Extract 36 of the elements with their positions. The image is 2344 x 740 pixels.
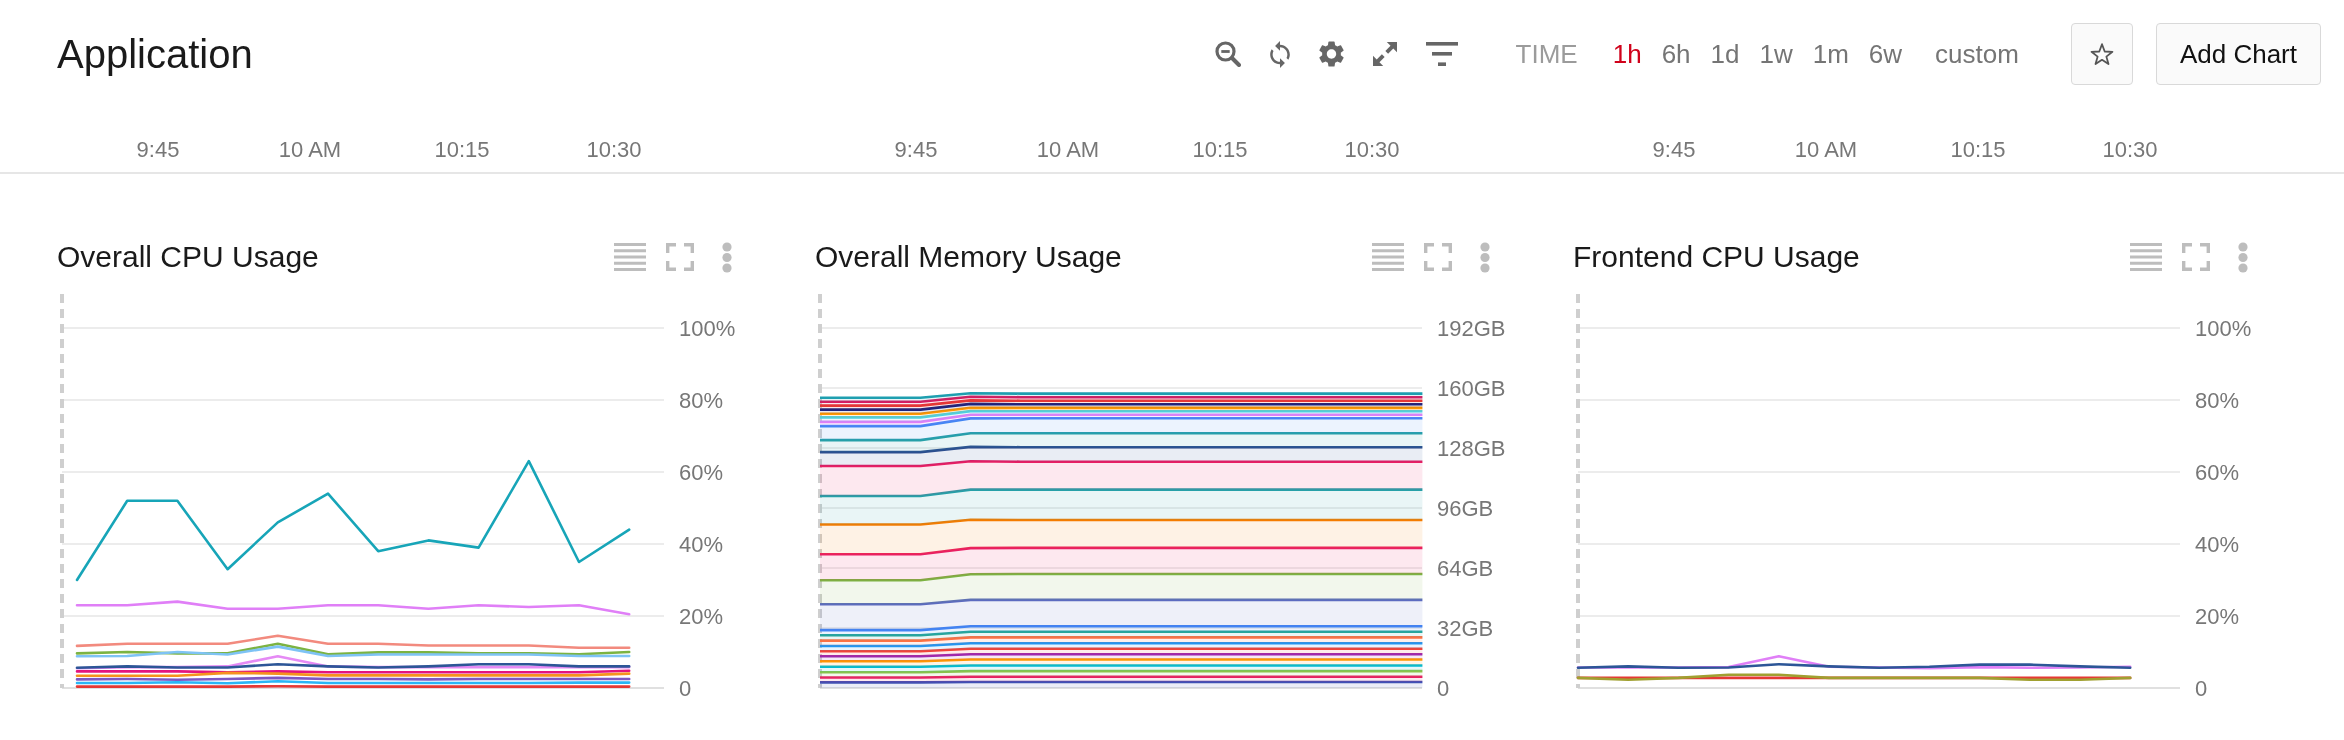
page-title: Application: [57, 31, 253, 78]
time-label: TIME: [1515, 38, 1578, 70]
axis-label: 192GB: [1437, 315, 1506, 341]
axis-label: 40%: [679, 531, 724, 557]
axis-label: 0: [1437, 675, 1450, 701]
time-axis-label: 10 AM: [278, 137, 342, 163]
axis-label: 32GB: [1437, 615, 1494, 641]
axis-label: 100%: [679, 315, 736, 341]
axis-label: 64GB: [1437, 555, 1494, 581]
time-axis-label: 9:45: [136, 137, 180, 163]
axis-label: 160GB: [1437, 375, 1506, 401]
time-axis-label: 10:30: [1344, 137, 1400, 163]
axis-label: 0: [679, 675, 692, 701]
chart-title: Overall Memory Usage: [815, 239, 1122, 275]
time-axis-label: 10 AM: [1036, 137, 1100, 163]
time-axis-label: 10:15: [1950, 137, 2006, 163]
axis-label: 60%: [679, 459, 724, 485]
axis-label: 40%: [2195, 531, 2240, 557]
axis-label: 20%: [2195, 603, 2240, 629]
time-axis-label: 10:30: [2102, 137, 2158, 163]
axis-label: 100%: [2195, 315, 2252, 341]
time-axis-label: 10 AM: [1794, 137, 1858, 163]
time-axis-label: 9:45: [1652, 137, 1696, 163]
axis-label: 80%: [679, 387, 724, 413]
time-axis-label: 9:45: [894, 137, 938, 163]
time-axis-label: 10:15: [1192, 137, 1248, 163]
time-axis-label: 10:30: [586, 137, 642, 163]
axis-label: 96GB: [1437, 495, 1494, 521]
axis-label: 20%: [679, 603, 724, 629]
axis-label: 60%: [2195, 459, 2240, 485]
time-axis-label: 10:15: [434, 137, 490, 163]
axis-label: 0: [2195, 675, 2208, 701]
axis-label: 80%: [2195, 387, 2240, 413]
axis-label: 128GB: [1437, 435, 1506, 461]
chart-title: Overall CPU Usage: [57, 239, 319, 275]
chart-title: Frontend CPU Usage: [1573, 239, 1860, 275]
